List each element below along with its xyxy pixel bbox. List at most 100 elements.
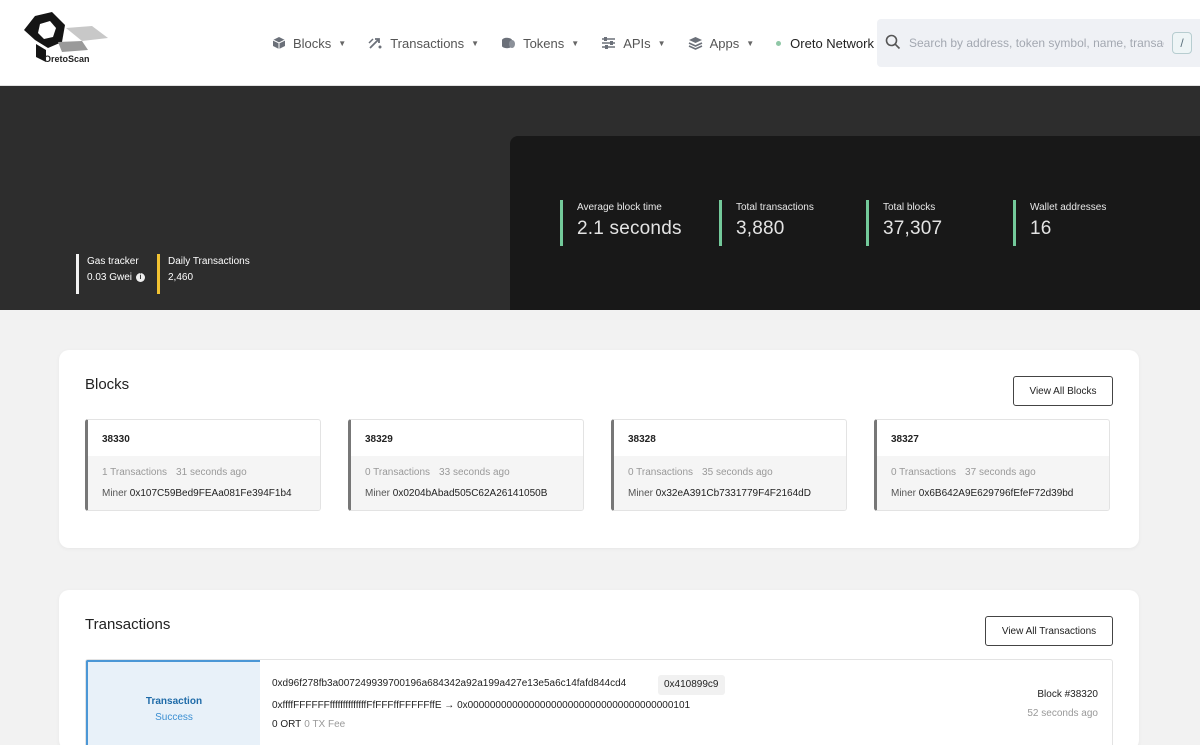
coins-icon: [502, 37, 516, 49]
block-card[interactable]: 38327 0 Transactions 37 seconds ago Miner…: [874, 419, 1110, 511]
transactions-card: Transactions View All Transactions Trans…: [59, 590, 1139, 745]
chevron-down-icon: ▼: [338, 38, 347, 48]
blocks-title: Blocks: [85, 376, 130, 393]
info-icon[interactable]: i: [136, 273, 146, 282]
block-details: 0 Transactions 37 seconds ago Miner 0x6B6…: [877, 456, 1109, 510]
method-badge: 0x410899c9: [658, 675, 725, 695]
transaction-value: 0 ORT: [272, 719, 302, 730]
gas-tracker-value-row: 0.03 Gwei i: [87, 272, 146, 283]
block-card[interactable]: 38330 1 Transactions 31 seconds ago Miner…: [85, 419, 321, 511]
block-card[interactable]: 38328 0 Transactions 35 seconds ago Miner…: [611, 419, 847, 511]
nav-tokens[interactable]: Tokens ▼: [501, 36, 579, 51]
block-number[interactable]: 38329: [365, 434, 393, 445]
block-age: 35 seconds ago: [702, 467, 773, 478]
miner-label: Miner: [891, 488, 917, 499]
stat-label: Total transactions: [736, 202, 814, 213]
search-shortcut-key: /: [1172, 32, 1192, 54]
daily-transactions-label: Daily Transactions: [168, 256, 250, 267]
view-all-blocks-button[interactable]: View All Blocks: [1013, 376, 1113, 406]
transaction-status-box: Transaction Success: [86, 660, 260, 745]
nav-tokens-label: Tokens: [523, 35, 565, 51]
search-input[interactable]: [909, 33, 1164, 53]
transactions-title: Transactions: [85, 616, 171, 633]
stat-value: 16: [1030, 218, 1052, 239]
stat-total-transactions: Total transactions 3,880: [719, 200, 814, 246]
stats-panel: Average block time 2.1 seconds Total tra…: [510, 136, 1200, 310]
block-number[interactable]: 38327: [891, 434, 919, 445]
cube-icon: [272, 37, 286, 49]
stat-label: Wallet addresses: [1030, 202, 1107, 213]
block-details: 1 Transactions 31 seconds ago Miner 0x107…: [88, 456, 320, 510]
search-icon: [885, 34, 901, 50]
block-details: 0 Transactions 35 seconds ago Miner 0x32e…: [614, 456, 846, 510]
block-meta: 0 Transactions 35 seconds ago: [628, 467, 773, 478]
transaction-result: Success: [155, 712, 193, 723]
nav-apis-label: APIs: [623, 35, 651, 51]
block-age: 31 seconds ago: [176, 467, 247, 478]
gas-tracker-label: Gas tracker: [87, 256, 139, 267]
block-details: 0 Transactions 33 seconds ago Miner 0x020…: [351, 456, 583, 510]
daily-transactions-value: 2,460: [168, 272, 194, 283]
gas-tracker-value: 0.03 Gwei: [87, 272, 133, 283]
miner-label: Miner: [365, 488, 391, 499]
block-miner: Miner 0x32eA391Cb7331779F4F2164dD: [628, 488, 844, 499]
nav-apps-label: Apps: [709, 35, 740, 51]
block-tx-count: 1 Transactions: [102, 467, 168, 478]
block-meta: 1 Transactions 31 seconds ago: [102, 467, 247, 478]
stat-value: 3,880: [736, 218, 785, 239]
hero-banner: Gas tracker 0.03 Gwei i Daily Transactio…: [0, 86, 1200, 310]
miner-label: Miner: [628, 488, 654, 499]
network-selector[interactable]: Oreto Network: [776, 36, 874, 51]
block-meta: 0 Transactions 33 seconds ago: [365, 467, 510, 478]
chevron-down-icon: ▼: [657, 38, 666, 48]
transaction-block-link[interactable]: Block #38320: [1037, 689, 1098, 700]
stat-label: Total blocks: [883, 202, 936, 213]
stat-value: 37,307: [883, 218, 943, 239]
block-age: 37 seconds ago: [965, 467, 1036, 478]
block-card[interactable]: 38329 0 Transactions 33 seconds ago Miner…: [348, 419, 584, 511]
miner-address[interactable]: 0x107C59Bed9FEAa081Fe394F1b4: [130, 488, 292, 499]
block-age: 33 seconds ago: [439, 467, 510, 478]
view-all-transactions-button[interactable]: View All Transactions: [985, 616, 1113, 646]
miner-address[interactable]: 0x0204bAbad505C62A26141050B: [393, 488, 548, 499]
block-meta: 0 Transactions 37 seconds ago: [891, 467, 1036, 478]
stat-label: Average block time: [577, 202, 662, 213]
miner-label: Miner: [102, 488, 128, 499]
daily-transactions: Daily Transactions 2,460: [157, 254, 250, 294]
nav-apis[interactable]: APIs ▼: [601, 35, 666, 51]
layers-icon: [688, 37, 702, 50]
top-header: OretoScan Blocks ▼ Transactions ▼ Tokens…: [0, 0, 1200, 86]
chevron-down-icon: ▼: [571, 38, 580, 48]
block-number[interactable]: 38328: [628, 434, 656, 445]
nav-apps[interactable]: Apps ▼: [688, 35, 755, 51]
brand-name: OretoScan: [44, 54, 90, 64]
transaction-addresses[interactable]: 0xffffFFFFFFffffffffffffffFfFFFffFFFFFff…: [272, 700, 690, 711]
search-bar: /: [877, 19, 1200, 67]
nav-transactions[interactable]: Transactions ▼: [368, 36, 479, 51]
nav-transactions-label: Transactions: [390, 35, 465, 51]
stat-average-block-time: Average block time 2.1 seconds: [560, 200, 682, 246]
transaction-age: 52 seconds ago: [1027, 708, 1098, 719]
nav-blocks[interactable]: Blocks ▼: [272, 36, 346, 51]
block-number[interactable]: 38330: [102, 434, 130, 445]
stat-value: 2.1 seconds: [577, 218, 682, 239]
stat-wallet-addresses: Wallet addresses 16: [1013, 200, 1106, 246]
gas-tracker[interactable]: Gas tracker 0.03 Gwei i: [76, 254, 146, 294]
chevron-down-icon: ▼: [746, 38, 755, 48]
network-name: Oreto Network: [790, 35, 874, 51]
transaction-type: Transaction: [145, 696, 203, 707]
block-tx-count: 0 Transactions: [365, 467, 431, 478]
transaction-hash[interactable]: 0xd96f278fb3a007249939700196a684342a92a1…: [272, 678, 626, 689]
miner-address[interactable]: 0x6B642A9E629796fEfeF72d39bd: [919, 488, 1074, 499]
stat-total-blocks: Total blocks 37,307: [866, 200, 942, 246]
block-tx-count: 0 Transactions: [628, 467, 694, 478]
block-tx-count: 0 Transactions: [891, 467, 957, 478]
block-miner: Miner 0x107C59Bed9FEAa081Fe394F1b4: [102, 488, 318, 499]
nav-blocks-label: Blocks: [293, 35, 332, 51]
miner-address[interactable]: 0x32eA391Cb7331779F4F2164dD: [656, 488, 811, 499]
chevron-down-icon: ▼: [471, 38, 480, 48]
blocks-card: Blocks View All Blocks 38330 1 Transacti…: [59, 350, 1139, 548]
transaction-row[interactable]: Transaction Success 0xd96f278fb3a0072499…: [85, 659, 1113, 745]
arrows-icon: [368, 38, 382, 49]
block-miner: Miner 0x6B642A9E629796fEfeF72d39bd: [891, 488, 1107, 499]
